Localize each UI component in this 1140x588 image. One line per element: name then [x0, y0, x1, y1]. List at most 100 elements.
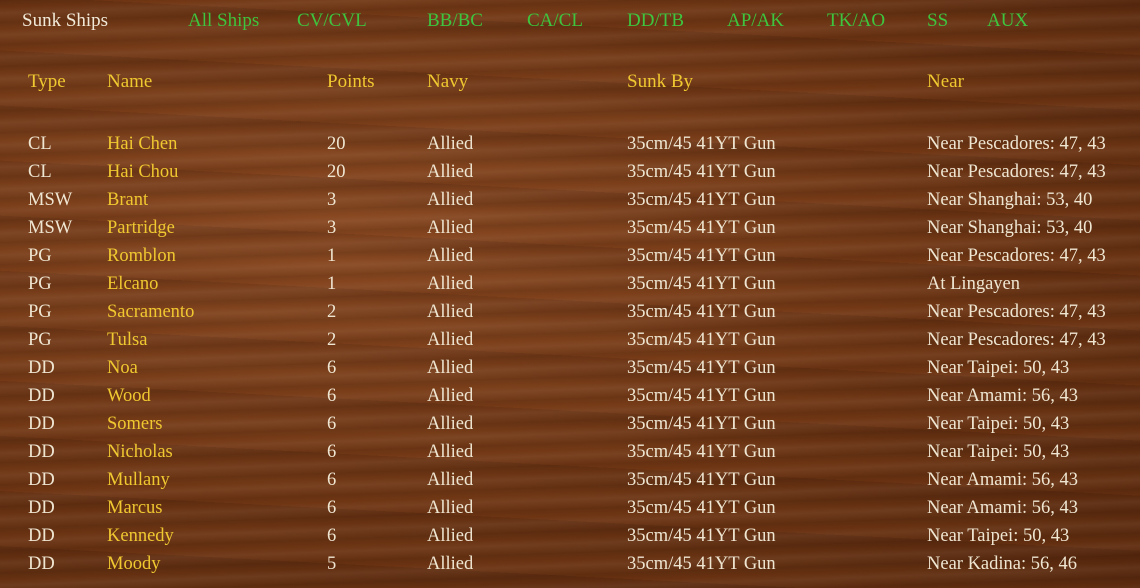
cell-name: Sacramento	[107, 302, 195, 322]
tab-aux[interactable]: AUX	[987, 10, 1028, 32]
cell-navy: Allied	[427, 246, 474, 266]
cell-points: 6	[327, 358, 337, 378]
cell-near: Near Amami: 56, 43	[927, 386, 1079, 406]
cell-type: DD	[28, 386, 55, 406]
cell-near: Near Taipei: 50, 43	[927, 526, 1070, 546]
tab-dd-tb[interactable]: DD/TB	[627, 10, 684, 32]
cell-points: 6	[327, 470, 337, 490]
table-row: PG Elcano 1 Allied 35cm/45 41YT Gun At Lingay…	[0, 274, 1140, 302]
cell-points: 3	[327, 190, 337, 210]
tab-ss[interactable]: SS	[927, 10, 948, 32]
table-header: Type Name Points Navy Sunk By Near	[0, 71, 1140, 97]
tab-tk-ao[interactable]: TK/AO	[827, 10, 885, 32]
cell-sunk-by: 35cm/45 41YT Gun	[627, 442, 776, 462]
cell-type: PG	[28, 274, 52, 294]
cell-type: PG	[28, 330, 52, 350]
cell-navy: Allied	[427, 554, 474, 574]
table-row: CL Hai Chen 20 Allied 35cm/45 41YT Gun Near P…	[0, 134, 1140, 162]
table-row: DD Noa 6 Allied 35cm/45 41YT Gun Near Taipei:…	[0, 358, 1140, 386]
table-row: MSW Partridge 3 Allied 35cm/45 41YT Gun Near …	[0, 218, 1140, 246]
cell-type: CL	[28, 134, 52, 154]
filter-bar: Sunk Ships All Ships CV/CVL BB/BC CA/CL …	[0, 10, 1140, 36]
cell-type: DD	[28, 358, 55, 378]
cell-points: 6	[327, 442, 337, 462]
cell-navy: Allied	[427, 470, 474, 490]
cell-near: Near Amami: 56, 43	[927, 498, 1079, 518]
cell-navy: Allied	[427, 442, 474, 462]
tab-ap-ak[interactable]: AP/AK	[727, 10, 784, 32]
cell-name: Brant	[107, 190, 149, 210]
sunk-ships-table: CL Hai Chen 20 Allied 35cm/45 41YT Gun Near P…	[0, 134, 1140, 582]
cell-type: PG	[28, 246, 52, 266]
table-row: PG Romblon 1 Allied 35cm/45 41YT Gun Near Pes…	[0, 246, 1140, 274]
table-row: PG Sacramento 2 Allied 35cm/45 41YT Gun Near …	[0, 302, 1140, 330]
cell-points: 20	[327, 162, 346, 182]
cell-near: At Lingayen	[927, 274, 1020, 294]
cell-navy: Allied	[427, 302, 474, 322]
cell-name: Moody	[107, 554, 161, 574]
cell-navy: Allied	[427, 218, 474, 238]
cell-near: Near Pescadores: 47, 43	[927, 330, 1106, 350]
cell-type: DD	[28, 498, 55, 518]
column-header-name: Name	[107, 71, 153, 92]
column-header-points: Points	[327, 71, 375, 92]
cell-name: Kennedy	[107, 526, 174, 546]
cell-name: Wood	[107, 386, 151, 406]
cell-type: DD	[28, 554, 55, 574]
cell-type: DD	[28, 470, 55, 490]
cell-near: Near Shanghai: 53, 40	[927, 190, 1093, 210]
page-title: Sunk Ships	[22, 10, 109, 31]
tab-all-ships[interactable]: All Ships	[188, 10, 259, 32]
cell-near: Near Shanghai: 53, 40	[927, 218, 1093, 238]
column-header-sunk-by: Sunk By	[627, 71, 693, 92]
column-header-navy: Navy	[427, 71, 469, 92]
cell-navy: Allied	[427, 274, 474, 294]
cell-sunk-by: 35cm/45 41YT Gun	[627, 470, 776, 490]
cell-points: 2	[327, 302, 337, 322]
cell-near: Near Pescadores: 47, 43	[927, 162, 1106, 182]
cell-sunk-by: 35cm/45 41YT Gun	[627, 246, 776, 266]
cell-points: 5	[327, 554, 337, 574]
cell-name: Elcano	[107, 274, 159, 294]
tab-cv-cvl[interactable]: CV/CVL	[297, 10, 367, 32]
cell-sunk-by: 35cm/45 41YT Gun	[627, 274, 776, 294]
tab-ca-cl[interactable]: CA/CL	[527, 10, 583, 32]
cell-name: Partridge	[107, 218, 175, 238]
table-row: DD Mullany 6 Allied 35cm/45 41YT Gun Near Ama…	[0, 470, 1140, 498]
cell-points: 3	[327, 218, 337, 238]
table-row: MSW Brant 3 Allied 35cm/45 41YT Gun Near Shan…	[0, 190, 1140, 218]
cell-name: Hai Chen	[107, 134, 178, 154]
cell-sunk-by: 35cm/45 41YT Gun	[627, 134, 776, 154]
table-row: CL Hai Chou 20 Allied 35cm/45 41YT Gun Near P…	[0, 162, 1140, 190]
cell-type: PG	[28, 302, 52, 322]
cell-navy: Allied	[427, 386, 474, 406]
cell-navy: Allied	[427, 414, 474, 434]
cell-type: MSW	[28, 218, 73, 238]
cell-points: 1	[327, 274, 337, 294]
cell-near: Near Kadina: 56, 46	[927, 554, 1078, 574]
cell-near: Near Taipei: 50, 43	[927, 414, 1070, 434]
cell-sunk-by: 35cm/45 41YT Gun	[627, 358, 776, 378]
cell-name: Mullany	[107, 470, 170, 490]
cell-points: 20	[327, 134, 346, 154]
cell-near: Near Pescadores: 47, 43	[927, 246, 1106, 266]
cell-name: Romblon	[107, 246, 176, 266]
cell-sunk-by: 35cm/45 41YT Gun	[627, 162, 776, 182]
cell-name: Noa	[107, 358, 138, 378]
cell-points: 2	[327, 330, 337, 350]
cell-near: Near Taipei: 50, 43	[927, 358, 1070, 378]
table-row: DD Moody 5 Allied 35cm/45 41YT Gun Near Kadin…	[0, 554, 1140, 582]
cell-points: 6	[327, 498, 337, 518]
cell-near: Near Pescadores: 47, 43	[927, 134, 1106, 154]
column-header-near: Near	[927, 71, 964, 92]
tab-bb-bc[interactable]: BB/BC	[427, 10, 483, 32]
cell-name: Hai Chou	[107, 162, 179, 182]
cell-navy: Allied	[427, 358, 474, 378]
table-row: DD Kennedy 6 Allied 35cm/45 41YT Gun Near Tai…	[0, 526, 1140, 554]
cell-points: 6	[327, 526, 337, 546]
table-row: DD Marcus 6 Allied 35cm/45 41YT Gun Near Amam…	[0, 498, 1140, 526]
cell-points: 1	[327, 246, 337, 266]
table-row: DD Nicholas 6 Allied 35cm/45 41YT Gun Near Ta…	[0, 442, 1140, 470]
cell-navy: Allied	[427, 134, 474, 154]
cell-name: Tulsa	[107, 330, 148, 350]
